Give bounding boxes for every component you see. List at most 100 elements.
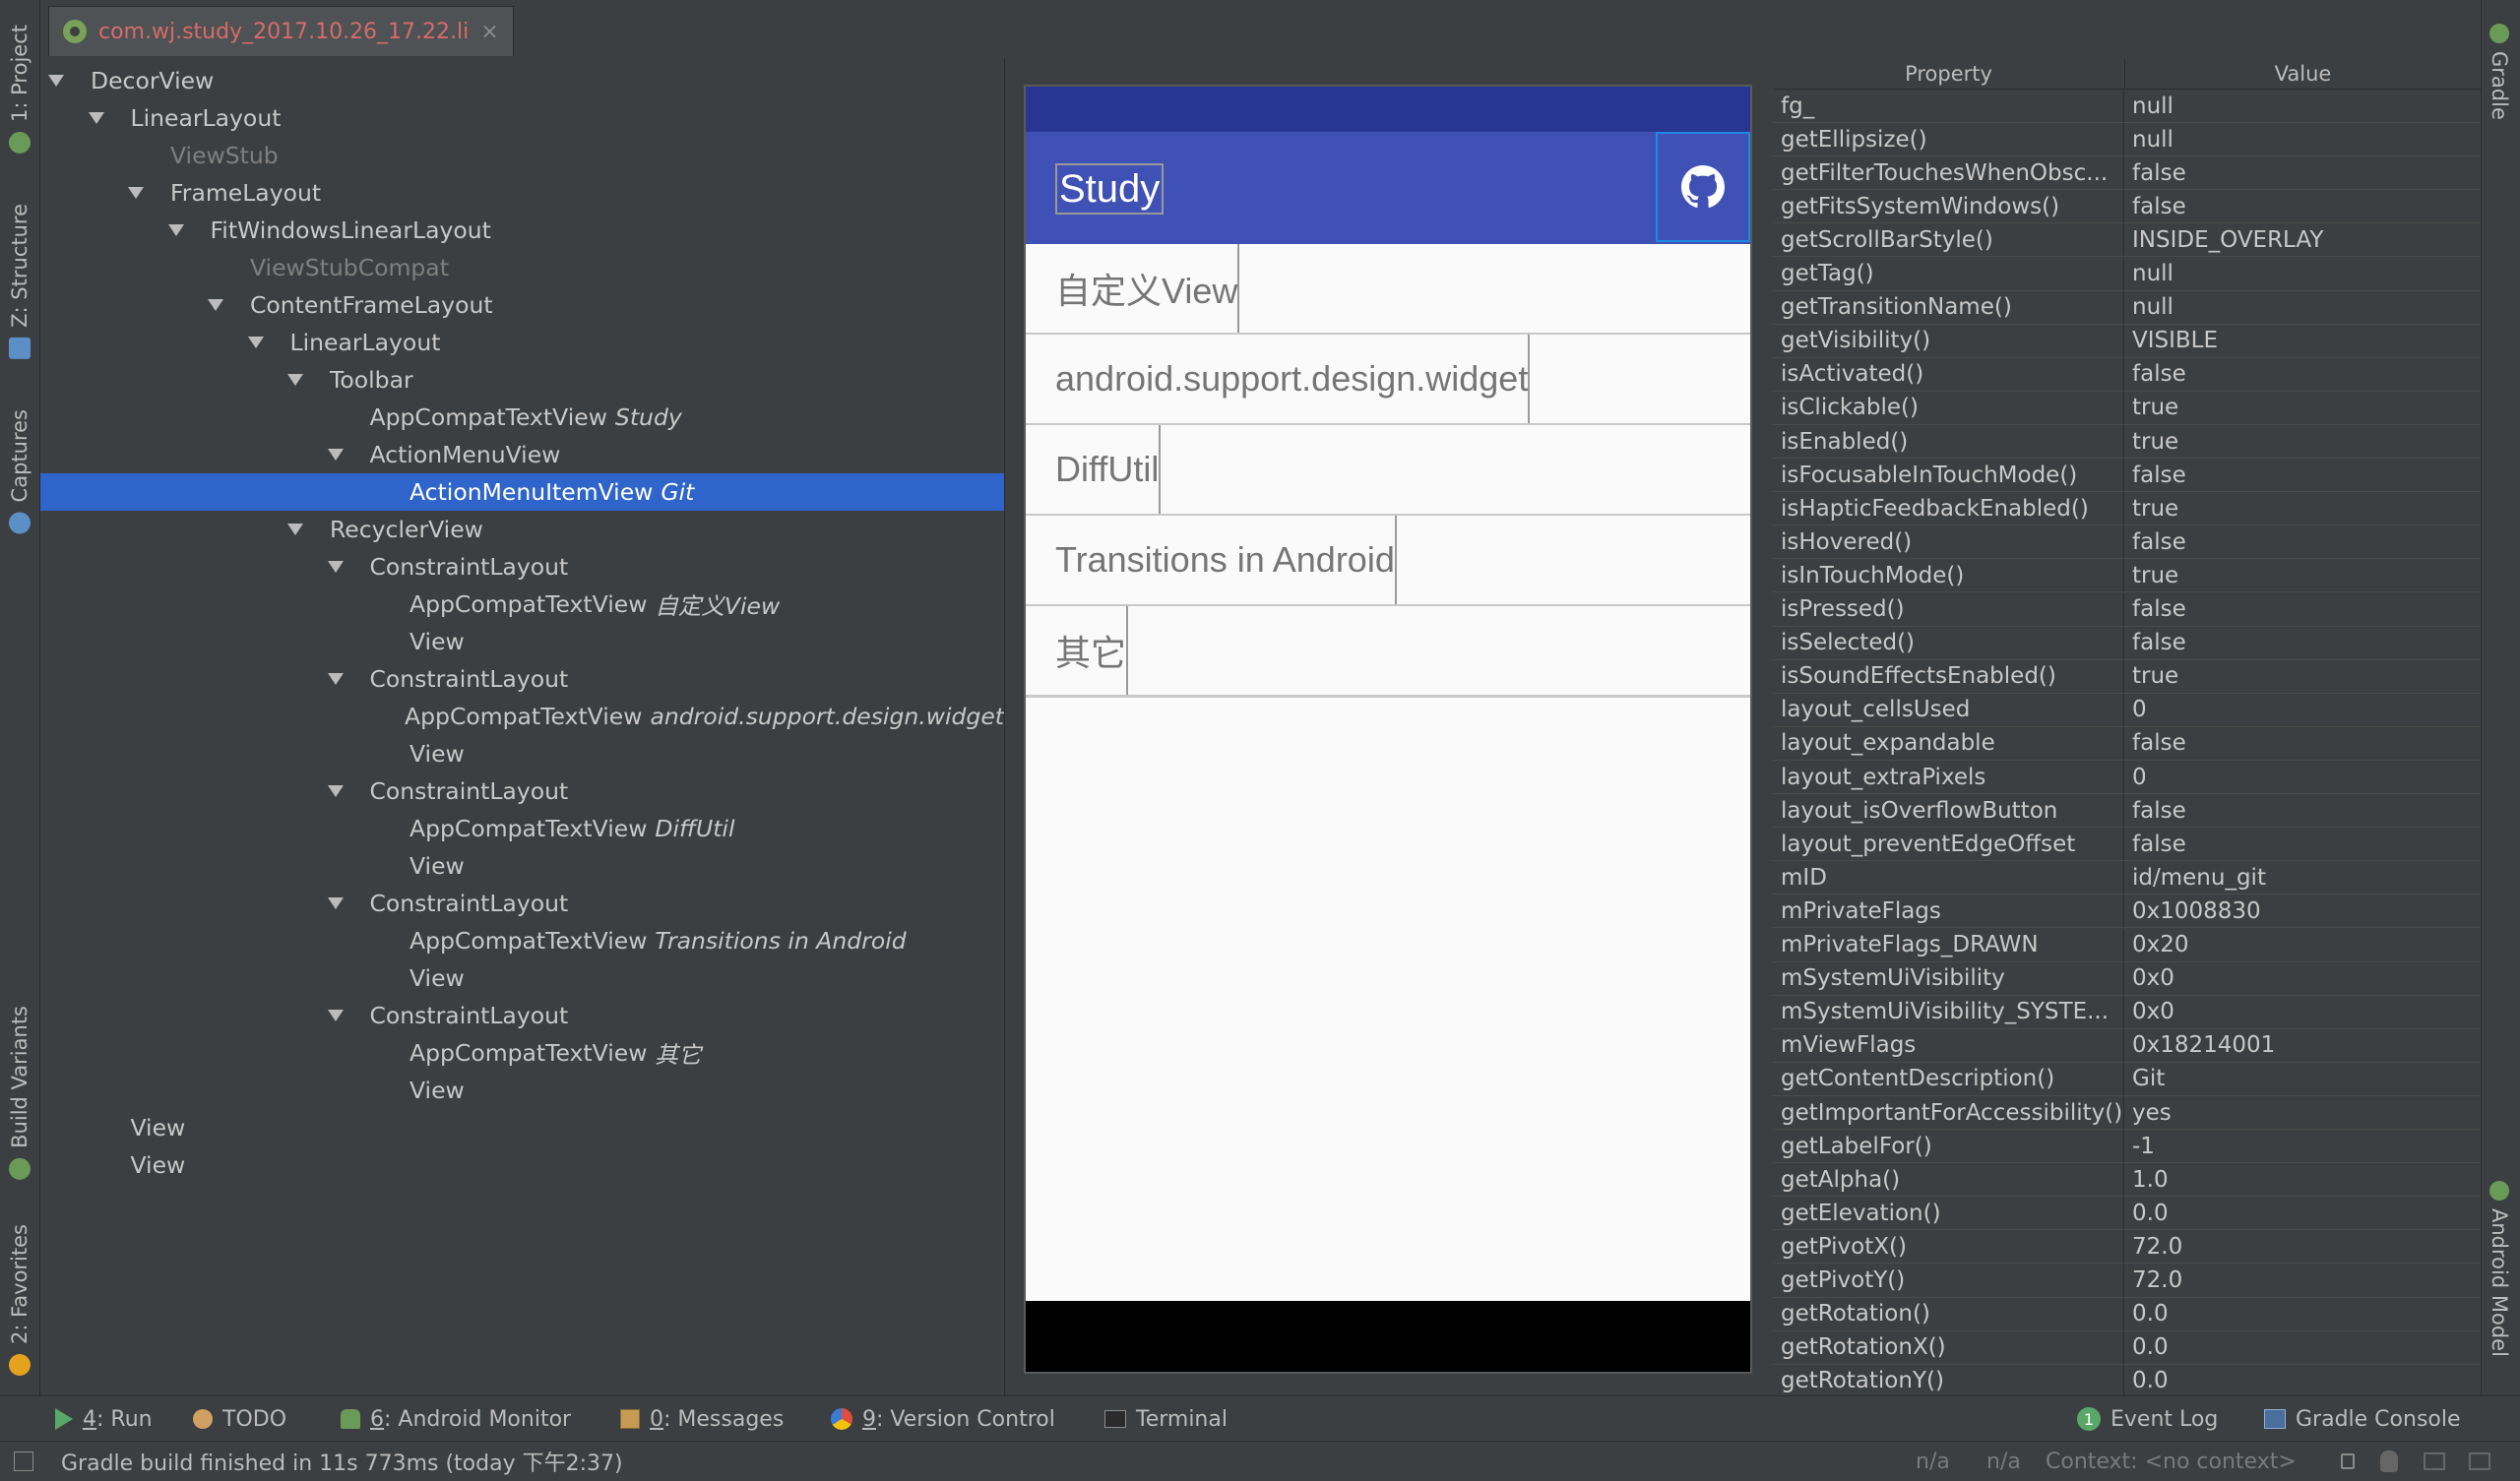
tree-node[interactable]: DecorView — [40, 62, 1004, 99]
property-row[interactable]: mSystemUiVisibility 0x0 — [1773, 961, 2481, 996]
action-menu-item-git[interactable] — [1656, 132, 1750, 242]
property-row[interactable]: mSystemUiVisibility_SYSTE... 0x0 — [1773, 995, 2481, 1029]
tool-tab-android-model[interactable]: Android Model — [2488, 1181, 2511, 1357]
property-row[interactable]: mPrivateFlags 0x1008830 — [1773, 895, 2481, 929]
property-row[interactable]: getTransitionName() null — [1773, 290, 2481, 325]
expand-arrow-icon[interactable] — [287, 524, 303, 535]
tool-tab-gradle[interactable]: Gradle — [2488, 24, 2511, 120]
property-row[interactable]: isClickable() true — [1773, 391, 2481, 425]
property-row[interactable]: fg_ null — [1773, 90, 2481, 123]
tree-node[interactable]: View — [40, 959, 1004, 997]
property-row[interactable]: getRotation() 0.0 — [1773, 1297, 2481, 1331]
notifications-icon[interactable] — [2469, 1452, 2490, 1470]
toolbar-title[interactable]: Study — [1055, 163, 1165, 215]
tree-node[interactable]: ConstraintLayout — [40, 885, 1004, 922]
event-log-tool-button[interactable]: 1 Event Log — [2077, 1396, 2218, 1442]
expand-arrow-icon[interactable] — [287, 374, 303, 386]
tree-node[interactable]: LinearLayout — [40, 99, 1004, 137]
tree-node[interactable]: ConstraintLayout — [40, 660, 1004, 698]
list-item[interactable]: DiffUtil — [1026, 425, 1750, 517]
property-row[interactable]: getScrollBarStyle() INSIDE_OVERLAY — [1773, 223, 2481, 258]
tree-node[interactable]: AppCompatTextView android.support.design.… — [40, 698, 1004, 735]
terminal-tool-button[interactable]: Terminal — [1104, 1396, 1228, 1442]
expand-arrow-icon[interactable] — [88, 112, 104, 124]
tree-node[interactable]: View — [40, 1109, 1004, 1146]
app-toolbar[interactable]: Study — [1026, 132, 1750, 244]
run-tool-button[interactable]: 4: Run — [55, 1396, 153, 1442]
todo-tool-button[interactable]: TODO — [193, 1396, 286, 1442]
property-row[interactable]: getAlpha() 1.0 — [1773, 1163, 2481, 1198]
tree-node[interactable]: LinearLayout — [40, 324, 1004, 361]
property-row[interactable]: isActivated() false — [1773, 357, 2481, 392]
status-toggle[interactable] — [14, 1442, 33, 1481]
status-context[interactable]: Context: <no context> — [2046, 1442, 2297, 1481]
tree-node[interactable]: AppCompatTextView 其它 — [40, 1034, 1004, 1072]
tree-node[interactable]: FitWindowsLinearLayout — [40, 212, 1004, 249]
property-row[interactable]: getEllipsize() null — [1773, 123, 2481, 157]
property-row[interactable]: isEnabled() true — [1773, 425, 2481, 459]
expand-arrow-icon[interactable] — [247, 337, 264, 348]
property-row[interactable]: layout_cellsUsed 0 — [1773, 693, 2481, 727]
tool-tab-structure[interactable]: Z: Structure — [0, 193, 39, 370]
expand-arrow-icon[interactable] — [48, 75, 64, 87]
tool-tab-captures[interactable]: Captures — [0, 398, 39, 545]
android-monitor-tool-button[interactable]: 6: Android Monitor — [341, 1396, 571, 1442]
property-row[interactable]: getContentDescription() Git — [1773, 1062, 2481, 1096]
property-row[interactable]: isHovered() false — [1773, 525, 2481, 560]
tree-node[interactable]: ContentFrameLayout — [40, 286, 1004, 324]
property-row[interactable]: getRotationY() 0.0 — [1773, 1364, 2481, 1395]
tree-node[interactable]: Toolbar — [40, 361, 1004, 399]
tree-node[interactable]: AppCompatTextView Study — [40, 399, 1004, 436]
tree-node[interactable]: ConstraintLayout — [40, 548, 1004, 586]
property-row[interactable]: getFilterTouchesWhenObsc... false — [1773, 156, 2481, 191]
list-item[interactable]: 自定义View — [1026, 244, 1750, 336]
memory-icon[interactable] — [2424, 1452, 2445, 1470]
file-tab[interactable]: com.wj.study_2017.10.26_17.22.li × — [48, 6, 514, 56]
property-row[interactable]: getPivotY() 72.0 — [1773, 1264, 2481, 1298]
tree-node[interactable]: AppCompatTextView 自定义View — [40, 586, 1004, 623]
expand-arrow-icon[interactable] — [327, 785, 344, 797]
property-row[interactable]: layout_isOverflowButton false — [1773, 794, 2481, 829]
tree-node[interactable]: ActionMenuView — [40, 436, 1004, 473]
property-row[interactable]: layout_extraPixels 0 — [1773, 761, 2481, 794]
property-row[interactable]: getElevation() 0.0 — [1773, 1197, 2481, 1231]
property-row[interactable]: mID id/menu_git — [1773, 861, 2481, 895]
expand-arrow-icon[interactable] — [327, 1010, 344, 1021]
property-row[interactable]: layout_preventEdgeOffset false — [1773, 828, 2481, 862]
expand-arrow-icon[interactable] — [128, 187, 144, 199]
hector-icon[interactable] — [2380, 1450, 2398, 1472]
list-item[interactable]: 其它 — [1026, 606, 1750, 698]
messages-tool-button[interactable]: 0: Messages — [620, 1396, 784, 1442]
column-header-value[interactable]: Value — [2125, 59, 2481, 89]
property-row[interactable]: isInTouchMode() true — [1773, 559, 2481, 593]
lock-icon[interactable] — [2341, 1453, 2355, 1469]
property-row[interactable]: mViewFlags 0x18214001 — [1773, 1028, 2481, 1063]
column-header-property[interactable]: Property — [1773, 59, 2125, 89]
version-control-tool-button[interactable]: 9: Version Control — [831, 1396, 1055, 1442]
expand-arrow-icon[interactable] — [327, 673, 344, 685]
tree-node[interactable]: AppCompatTextView DiffUtil — [40, 810, 1004, 847]
property-row[interactable]: mPrivateFlags_DRAWN 0x20 — [1773, 928, 2481, 962]
tool-tab-project[interactable]: 1: Project — [0, 10, 39, 167]
list-item[interactable]: Transitions in Android — [1026, 516, 1750, 607]
property-row[interactable]: getTag() null — [1773, 257, 2481, 291]
property-row[interactable]: getPivotX() 72.0 — [1773, 1230, 2481, 1265]
tree-node[interactable]: View — [40, 735, 1004, 772]
property-row[interactable]: isSelected() false — [1773, 626, 2481, 660]
expand-arrow-icon[interactable] — [167, 224, 184, 236]
tree-node[interactable]: ViewStubCompat — [40, 249, 1004, 286]
tree-node[interactable]: RecyclerView — [40, 511, 1004, 548]
tree-node[interactable]: ConstraintLayout — [40, 772, 1004, 810]
tool-tab-favorites[interactable]: 2: Favorites — [0, 1216, 39, 1384]
tree-node[interactable]: View — [40, 847, 1004, 885]
property-row[interactable]: isHapticFeedbackEnabled() true — [1773, 492, 2481, 526]
gradle-console-tool-button[interactable]: Gradle Console — [2264, 1396, 2461, 1442]
tree-node[interactable]: ActionMenuItemView Git — [40, 473, 1004, 511]
tree-node[interactable]: ConstraintLayout — [40, 997, 1004, 1034]
tree-node[interactable]: View — [40, 623, 1004, 660]
property-row[interactable]: getLabelFor() -1 — [1773, 1130, 2481, 1164]
expand-arrow-icon[interactable] — [327, 561, 344, 573]
tree-node[interactable]: View — [40, 1146, 1004, 1184]
tree-node[interactable]: AppCompatTextView Transitions in Android — [40, 922, 1004, 959]
expand-arrow-icon[interactable] — [327, 897, 344, 909]
